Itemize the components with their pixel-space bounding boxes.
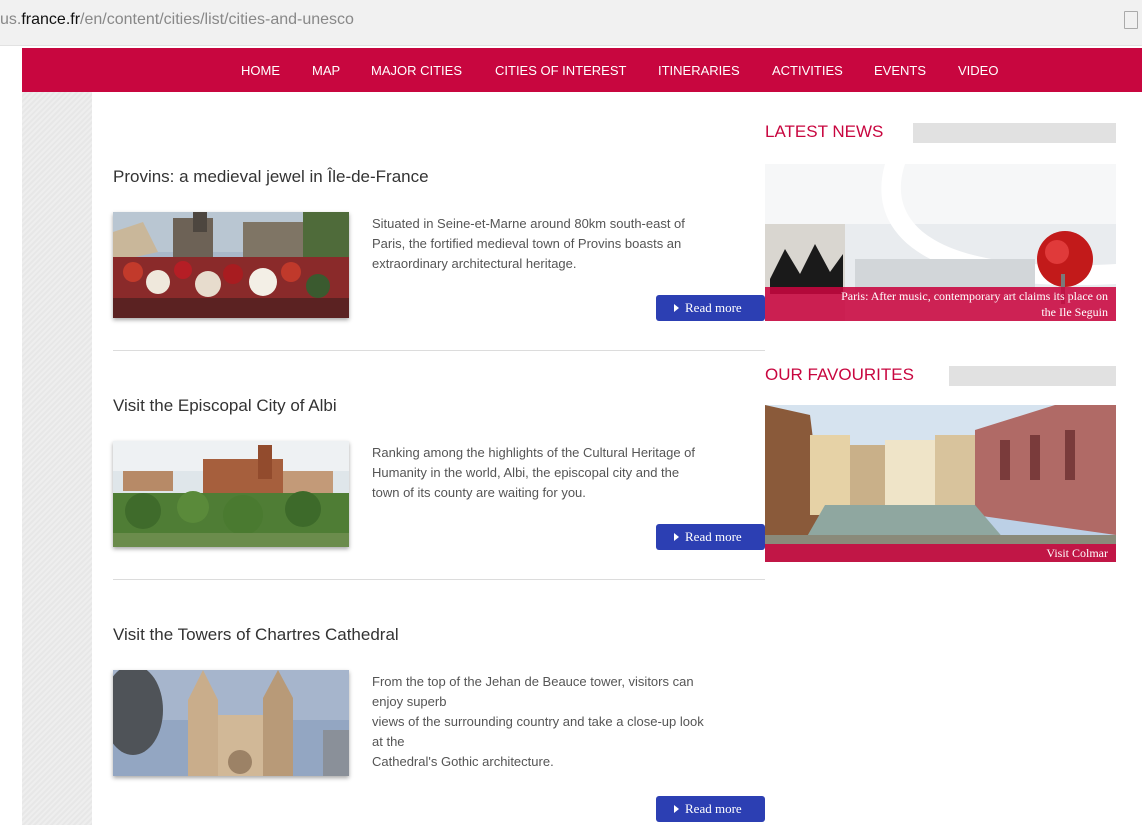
description-line: Cathedral's Gothic architecture. <box>372 754 554 769</box>
read-more-button[interactable]: Read more <box>656 524 765 550</box>
nav-major-cities[interactable]: MAJOR CITIES <box>371 63 462 78</box>
read-more-label: Read more <box>685 801 742 816</box>
nav-video[interactable]: VIDEO <box>958 63 998 78</box>
nav-home[interactable]: HOME <box>241 63 280 78</box>
article-image-provins[interactable] <box>113 212 349 318</box>
left-margin-pattern <box>22 92 92 825</box>
nav-events[interactable]: EVENTS <box>874 63 926 78</box>
description-line: Ranking among the highlights of the Cult… <box>372 445 696 460</box>
page-icon[interactable] <box>1124 11 1138 29</box>
nav-itineraries[interactable]: ITINERARIES <box>658 63 740 78</box>
article-image-albi[interactable] <box>113 441 349 547</box>
nav-cities-of-interest[interactable]: CITIES OF INTEREST <box>495 63 626 78</box>
description-line: Situated in Seine-et-Marne around 80km s… <box>372 216 685 231</box>
article-image-chartres[interactable] <box>113 670 349 776</box>
heading-decor-bar <box>913 123 1116 143</box>
description-line: at the <box>372 734 405 749</box>
latest-news-heading: LATEST NEWS <box>765 122 1116 143</box>
heading-label: OUR FAVOURITES <box>765 365 924 385</box>
read-more-label: Read more <box>685 529 742 544</box>
play-arrow-icon <box>674 805 679 813</box>
url-host: france.fr <box>21 11 81 28</box>
main-nav: HOME MAP MAJOR CITIES CITIES OF INTEREST… <box>22 48 1142 92</box>
article-title[interactable]: Visit the Episcopal City of Albi <box>113 396 337 416</box>
article-description: Ranking among the highlights of the Cult… <box>372 443 762 503</box>
url-text[interactable]: us.france.fr/en/content/cities/list/citi… <box>0 11 354 29</box>
heading-decor-bar <box>949 366 1116 386</box>
caption-line: Paris: After music, contemporary art cla… <box>841 289 1108 303</box>
article-title[interactable]: Provins: a medieval jewel in Île-de-Fran… <box>113 167 429 187</box>
read-more-button[interactable]: Read more <box>656 295 765 321</box>
read-more-button[interactable]: Read more <box>656 796 765 822</box>
description-line: town of its county are waiting for you. <box>372 485 586 500</box>
article-description: From the top of the Jehan de Beauce towe… <box>372 672 762 772</box>
separator <box>113 350 765 351</box>
favourites-card[interactable]: Visit Colmar <box>765 405 1116 562</box>
caption-line: the Ile Seguin <box>1041 305 1108 319</box>
address-bar[interactable]: us.france.fr/en/content/cities/list/citi… <box>0 0 1142 46</box>
our-favourites-heading: OUR FAVOURITES <box>765 365 1116 386</box>
caption-line: Visit Colmar <box>1046 546 1108 560</box>
favourite-caption: Visit Colmar <box>765 544 1116 562</box>
article-description: Situated in Seine-et-Marne around 80km s… <box>372 214 762 274</box>
separator <box>113 579 765 580</box>
play-arrow-icon <box>674 304 679 312</box>
news-caption: Paris: After music, contemporary art cla… <box>765 287 1116 321</box>
description-line: Humanity in the world, Albi, the episcop… <box>372 465 680 480</box>
nav-map[interactable]: MAP <box>312 63 340 78</box>
url-path: /en/content/cities/list/cities-and-unesc… <box>80 11 354 28</box>
play-arrow-icon <box>674 533 679 541</box>
article-title[interactable]: Visit the Towers of Chartres Cathedral <box>113 625 399 645</box>
read-more-label: Read more <box>685 300 742 315</box>
latest-news-card[interactable]: Paris: After music, contemporary art cla… <box>765 164 1116 321</box>
description-line: enjoy superb <box>372 694 447 709</box>
nav-activities[interactable]: ACTIVITIES <box>772 63 843 78</box>
heading-label: LATEST NEWS <box>765 122 894 142</box>
description-line: extraordinary architectural heritage. <box>372 256 577 271</box>
description-line: views of the surrounding country and tak… <box>372 714 704 729</box>
description-line: From the top of the Jehan de Beauce towe… <box>372 674 694 689</box>
description-line: Paris, the fortified medieval town of Pr… <box>372 236 682 251</box>
